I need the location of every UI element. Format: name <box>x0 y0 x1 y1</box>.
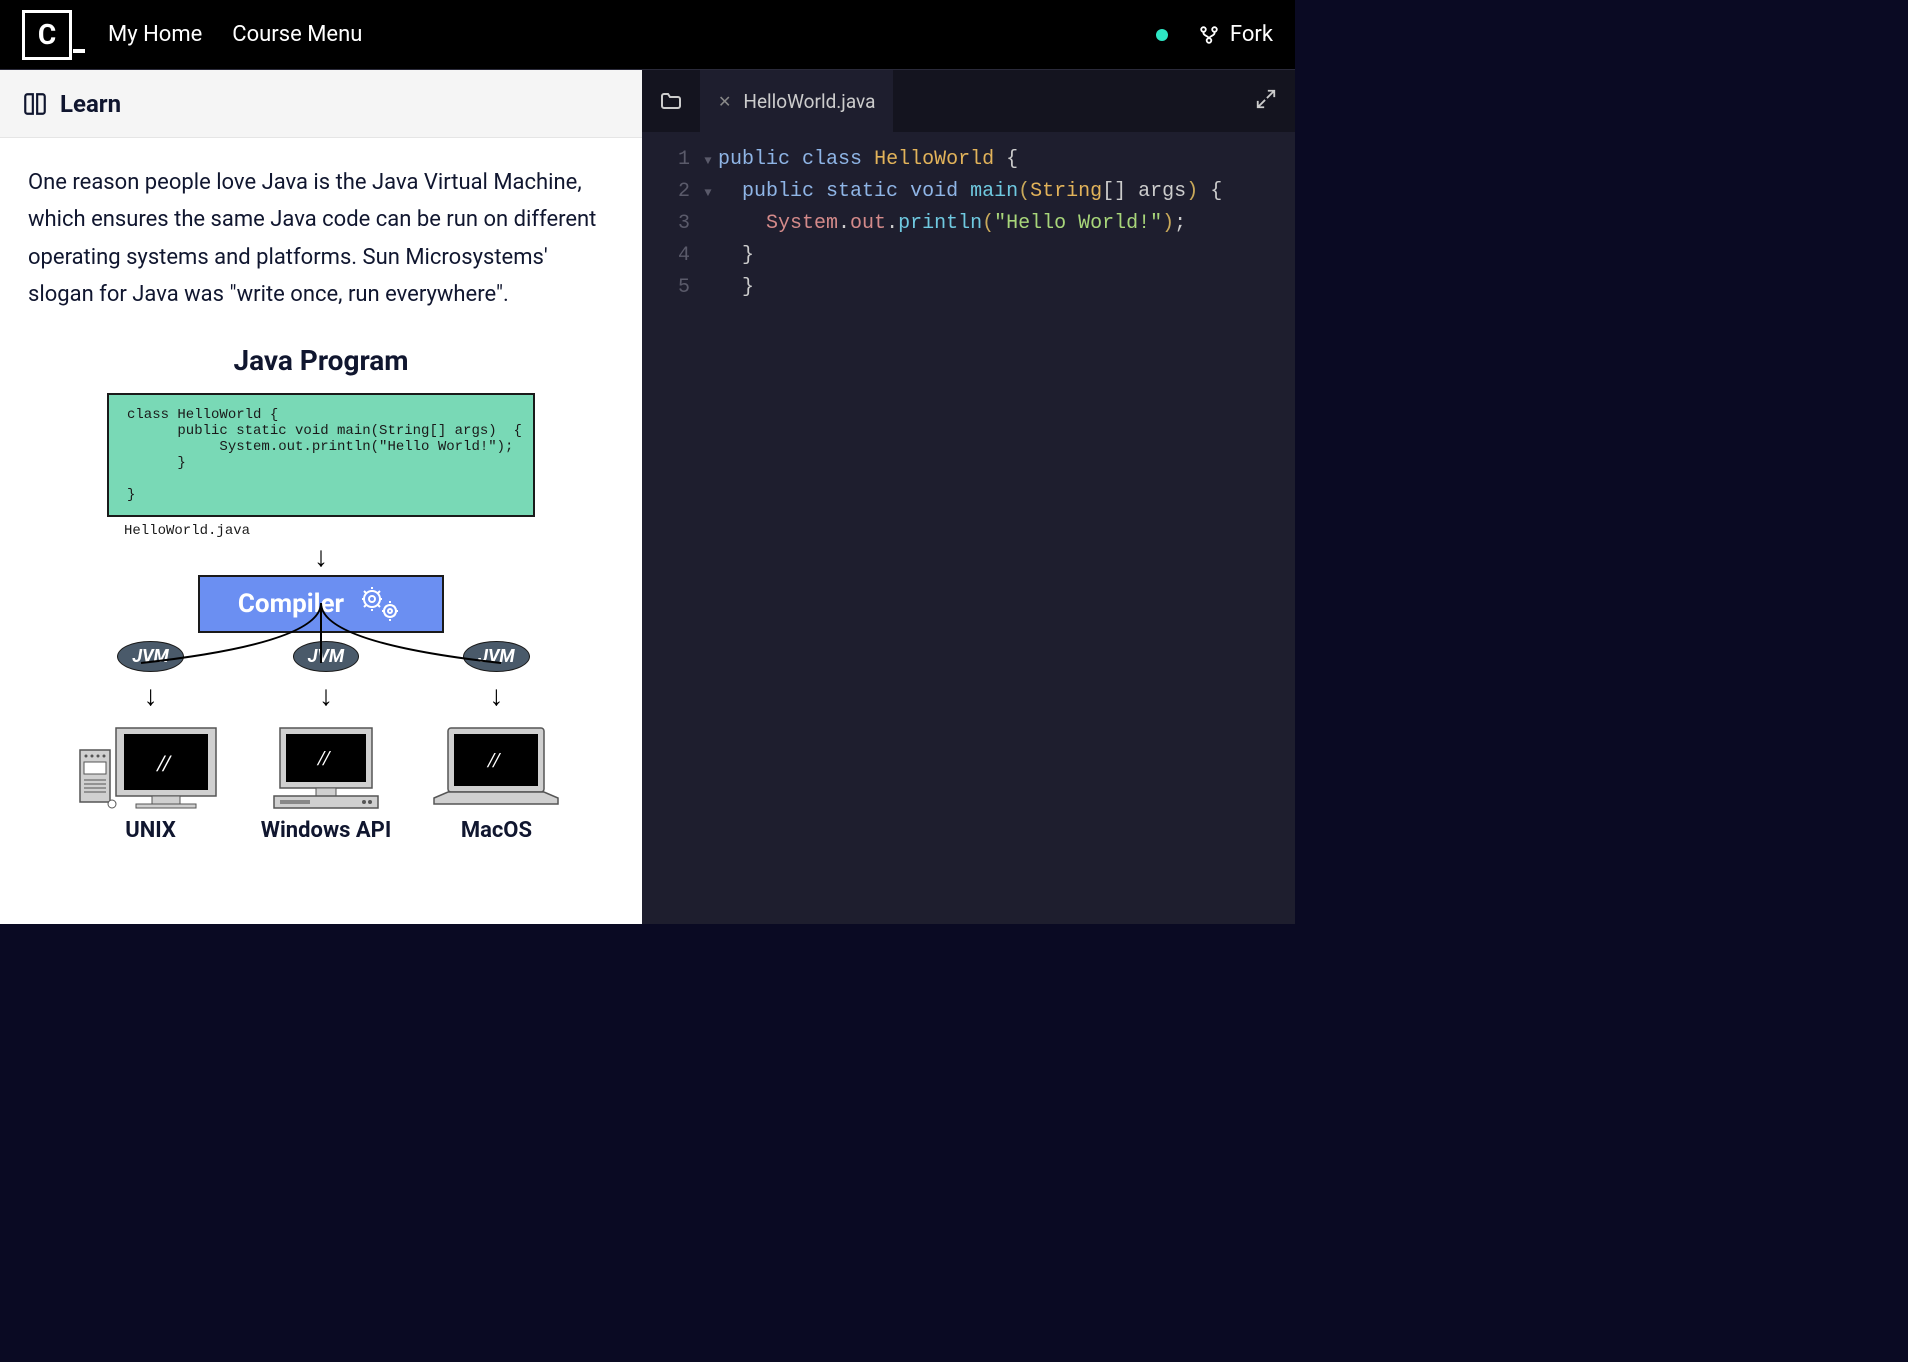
tab-filename: HelloWorld.java <box>743 90 875 113</box>
nav-home[interactable]: My Home <box>108 22 202 47</box>
code-line[interactable]: 3 System.out.println("Hello World!"); <box>642 208 1295 240</box>
compiler-box: Compiler <box>198 575 444 633</box>
code-line[interactable]: 5 } <box>642 272 1295 304</box>
jvm-pill: JVM <box>293 641 359 672</box>
editor-tabs: ✕ HelloWorld.java <box>642 70 1295 132</box>
expand-button[interactable] <box>1255 88 1277 114</box>
branch-unix: JVM ↓ // <box>76 641 226 843</box>
fold-marker[interactable]: ▼ <box>698 184 718 203</box>
learn-header: Learn <box>0 70 642 138</box>
logo[interactable]: C <box>22 10 72 60</box>
line-number: 3 <box>642 208 698 240</box>
fork-label: Fork <box>1230 22 1273 47</box>
editor-body[interactable]: 1▼public class HelloWorld {2▼ public sta… <box>642 132 1295 924</box>
file-explorer-button[interactable] <box>642 70 700 132</box>
diagram-code-box: class HelloWorld { public static void ma… <box>107 393 535 517</box>
status-indicator <box>1156 29 1168 41</box>
code-line[interactable]: 2▼ public static void main(String[] args… <box>642 176 1295 208</box>
code-text: public class HelloWorld { <box>718 144 1018 176</box>
svg-text://: // <box>487 750 502 771</box>
code-line[interactable]: 1▼public class HelloWorld { <box>642 144 1295 176</box>
folder-icon <box>659 89 683 113</box>
arrow-icon: ↓ <box>28 543 614 571</box>
arrow-icon: ↓ <box>319 682 333 710</box>
compiler-label: Compiler <box>238 589 344 619</box>
branch-windows: JVM ↓ // <box>261 641 392 843</box>
line-number: 4 <box>642 240 698 272</box>
computer-icon: // <box>76 720 226 812</box>
code-text: } <box>718 272 754 304</box>
arrow-icon: ↓ <box>144 682 158 710</box>
jvm-diagram: Java Program class HelloWorld { public s… <box>28 344 614 843</box>
editor-tab[interactable]: ✕ HelloWorld.java <box>700 70 893 132</box>
computer-icon: // <box>266 720 386 812</box>
line-number: 1 <box>642 144 698 176</box>
book-icon <box>22 91 48 117</box>
fork-icon <box>1198 24 1220 46</box>
diagram-filename: HelloWorld.java <box>124 523 614 539</box>
jvm-pill: JVM <box>463 641 529 672</box>
topbar: C My Home Course Menu Fork <box>0 0 1295 70</box>
svg-text://: // <box>155 751 172 775</box>
expand-icon <box>1255 88 1277 110</box>
nav-links: My Home Course Menu <box>108 22 362 47</box>
os-label-windows: Windows API <box>261 818 392 843</box>
learn-title: Learn <box>60 90 121 118</box>
code-line[interactable]: 4 } <box>642 240 1295 272</box>
arrow-icon: ↓ <box>489 682 503 710</box>
jvm-pill: JVM <box>117 641 183 672</box>
code-text: System.out.println("Hello World!"); <box>718 208 1186 240</box>
gear-icon <box>356 585 404 623</box>
code-text: } <box>718 240 754 272</box>
nav-course-menu[interactable]: Course Menu <box>232 22 362 47</box>
lesson-panel: Learn One reason people love Java is the… <box>0 70 642 924</box>
os-label-macos: MacOS <box>461 818 532 843</box>
lesson-paragraph: One reason people love Java is the Java … <box>28 164 614 314</box>
close-icon[interactable]: ✕ <box>718 92 731 111</box>
line-number: 2 <box>642 176 698 208</box>
fork-button[interactable]: Fork <box>1198 22 1273 47</box>
svg-text://: // <box>317 748 332 769</box>
computer-icon: // <box>426 720 566 812</box>
code-text: public static void main(String[] args) { <box>718 176 1222 208</box>
fold-marker[interactable]: ▼ <box>698 152 718 171</box>
code-editor-panel: ✕ HelloWorld.java 1▼public class HelloWo… <box>642 70 1295 924</box>
os-label-unix: UNIX <box>125 818 176 843</box>
diagram-title: Java Program <box>28 344 614 377</box>
lesson-content: One reason people love Java is the Java … <box>0 138 642 869</box>
line-number: 5 <box>642 272 698 304</box>
branch-macos: JVM ↓ // MacOS <box>426 641 566 843</box>
